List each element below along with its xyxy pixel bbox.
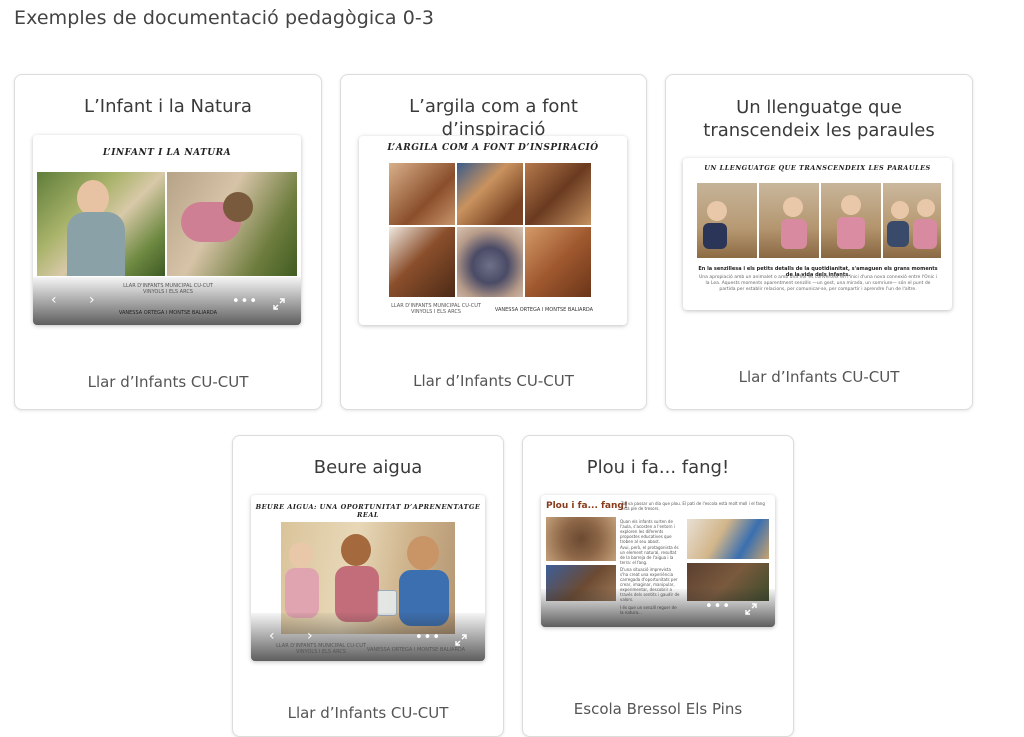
card-footer: Escola Bressol Els Pins [573,700,743,718]
photo-child-lying [167,172,297,276]
document-thumbnail[interactable]: L’ARGILA COM A FONT D’INSPIRACIÓ LLAR D'… [359,136,627,325]
card-footer: Llar d’Infants CU-CUT [87,373,249,391]
photo-sequence-4 [883,183,941,258]
next-page-button[interactable]: › [89,293,95,307]
document-thumbnail[interactable]: L’INFANT I LA NATURA LLAR D'INFANTS MUNI… [33,135,301,325]
card-title: L’argila com a font d’inspiració [409,96,578,140]
fullscreen-icon[interactable] [745,600,757,619]
photo-clay-6 [525,227,591,297]
card-title: L’Infant i la Natura [84,96,252,117]
more-options-button[interactable]: ••• [705,599,731,614]
document-thumbnail[interactable]: BEURE AIGUA: UNA OPORTUNITAT D’APRENENTA… [251,495,485,661]
photo-clay-4 [389,227,455,297]
document-credit-2: VINYOLS I ELS ARCS [296,649,346,655]
card-plou-fang[interactable]: Plou i fa... fang! Plou i fa... fang! To… [522,435,794,737]
document-credit-2: VINYOLS I ELS ARCS [411,309,461,315]
document-text-1: Quan els infants surten de l'aula, s'aco… [620,519,675,544]
viewer-toolbar: LLAR D'INFANTS MUNICIPAL CU-CUT VINYOLS … [33,277,301,325]
document-heading: L’INFANT I LA NATURA [102,148,232,158]
card-title: Beure aigua [313,457,423,478]
fullscreen-icon[interactable] [455,631,467,650]
document-authors: VANESSA ORTEGA I MONTSE BALIARDA [494,307,594,313]
document-authors: VANESSA ORTEGA I MONTSE BALIARDA [118,310,218,316]
photo-clay-1 [389,163,455,225]
next-page-button[interactable]: › [307,629,313,643]
photo-clay-3 [525,163,591,225]
document-text-2: Avui, però, el protagonista és un elemen… [620,545,679,565]
photo-child-grass [37,172,165,276]
page-title: Exemples de documentació pedagògica 0-3 [14,7,435,29]
viewer-toolbar: LLAR D'INFANTS MUNICIPAL CU-CUT VINYOLS … [251,613,485,661]
document-heading: Plou i fa... fang! [546,501,628,511]
photo-clay-5 [457,227,523,297]
viewer-toolbar: ••• [541,589,775,627]
document-heading: BEURE AIGUA: UNA OPORTUNITAT D’APRENENTA… [255,503,481,519]
more-options-button[interactable]: ••• [232,294,258,309]
photo-children-outdoors [687,519,769,559]
document-intro: Tot va passar un dia que plou. El pati d… [621,501,765,511]
photo-clay-2 [457,163,523,225]
document-credit-2: VINYOLS I ELS ARCS [143,289,193,295]
card-beure-aigua[interactable]: Beure aigua BEURE AIGUA: UNA OPORTUNITAT… [232,435,504,737]
document-body: Una apropiació amb un animalet o amb una… [699,275,937,292]
card-footer: Llar d’Infants CU-CUT [287,704,449,722]
document-heading: L’ARGILA COM A FONT D’INSPIRACIÓ [387,143,599,153]
prev-page-button[interactable]: ‹ [51,293,57,307]
card-llenguatge[interactable]: Un llenguatge que transcendeix les parau… [665,74,973,410]
more-options-button[interactable]: ••• [415,630,441,645]
prev-page-button[interactable]: ‹ [269,629,275,643]
card-footer: Llar d’Infants CU-CUT [738,368,900,386]
fullscreen-icon[interactable] [273,295,285,314]
document-heading: UN LLENGUATGE QUE TRANSCENDEIX LES PARAU… [704,164,931,172]
card-argila[interactable]: L’argila com a font d’inspiració L’ARGIL… [340,74,647,410]
document-thumbnail[interactable]: Plou i fa... fang! Tot va passar un dia … [541,495,775,627]
card-title: Un llenguatge que transcendeix les parau… [703,97,935,141]
card-infant-natura[interactable]: L’Infant i la Natura L’INFANT I LA NATUR… [14,74,322,410]
card-footer: Llar d’Infants CU-CUT [413,372,574,390]
document-thumbnail[interactable]: UN LLENGUATGE QUE TRANSCENDEIX LES PARAU… [683,158,952,310]
photo-sequence-2 [759,183,819,258]
photo-sequence-3 [821,183,881,258]
photo-muddy-hands [546,517,616,561]
card-title: Plou i fa... fang! [586,457,730,478]
photo-sequence-1 [697,183,757,258]
